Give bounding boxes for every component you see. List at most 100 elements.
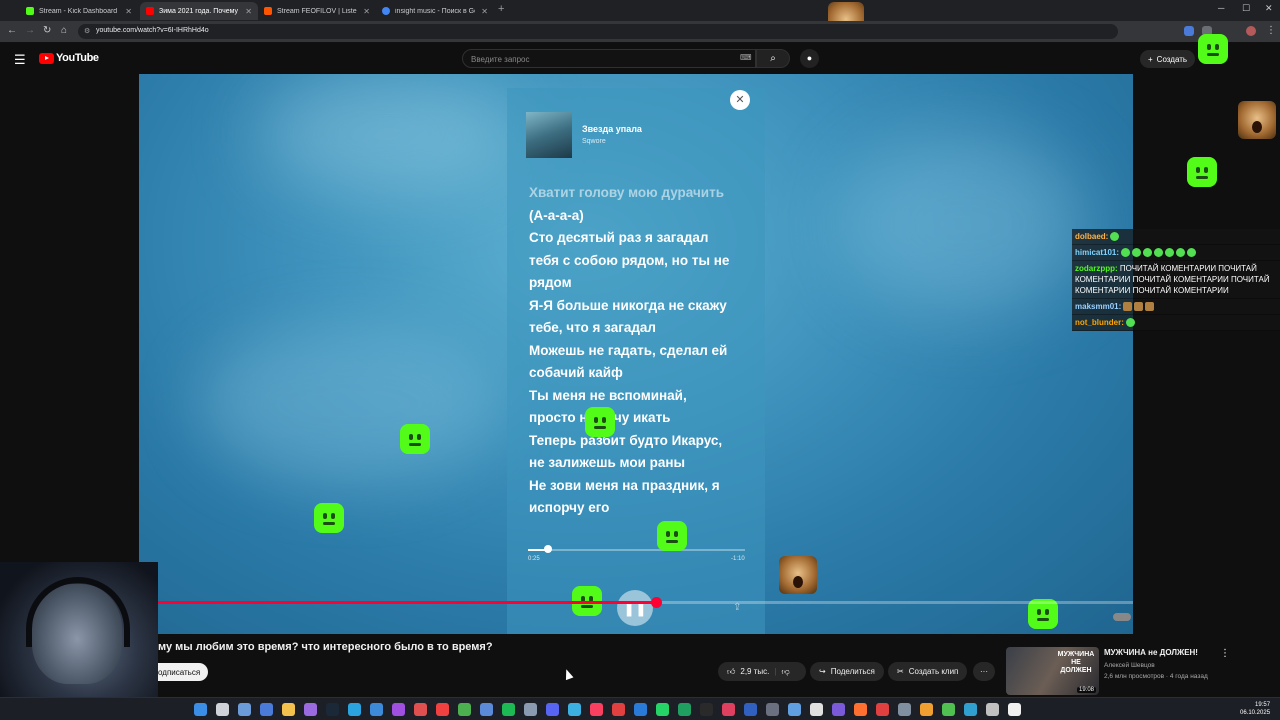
lyric-line: тебя с собою рядом, но ты не [529, 252, 730, 268]
like-dislike-group[interactable]: 👍︎ 2,9 тыс. | 👎︎ [718, 662, 806, 681]
app-icon[interactable] [964, 703, 977, 716]
app-icon[interactable] [722, 703, 735, 716]
chrome-icon[interactable] [458, 703, 471, 716]
monkey-emote-icon [1134, 302, 1144, 312]
music-icon[interactable] [590, 703, 603, 716]
close-tab-icon[interactable]: ✕ [481, 7, 488, 16]
app-icon[interactable] [370, 703, 383, 716]
file-explorer-icon[interactable] [282, 703, 295, 716]
kick-icon [26, 7, 34, 15]
app-icon[interactable] [1008, 703, 1021, 716]
youtube-logo[interactable]: YouTube [39, 52, 99, 64]
search-input[interactable]: Введите запрос [462, 49, 756, 68]
chat-username[interactable]: maksmm01: [1075, 302, 1121, 311]
app-icon[interactable] [392, 703, 405, 716]
extension-icon[interactable] [1184, 26, 1194, 36]
terminal-icon[interactable] [700, 703, 713, 716]
video-progress-bar[interactable] [139, 601, 1133, 604]
app-icon[interactable] [304, 703, 317, 716]
tab-youtube[interactable]: Зима 2021 года. Почему м... ✕ [140, 2, 258, 20]
system-clock[interactable]: 19:57 06.10.2025 [1240, 701, 1270, 717]
chat-message: not_blunder: [1072, 315, 1280, 331]
chat-username[interactable]: not_blunder: [1075, 318, 1124, 327]
app-icon[interactable] [810, 703, 823, 716]
app-icon[interactable] [612, 703, 625, 716]
tab-soundcloud[interactable]: Stream FEOFILOV | Listen to mus ✕ [258, 2, 376, 20]
thumbs-down-icon[interactable]: 👎︎ [781, 667, 789, 677]
close-tab-icon[interactable]: ✕ [245, 7, 252, 16]
profile-icon[interactable] [1246, 26, 1256, 36]
reload-icon[interactable]: ↻ [43, 25, 51, 36]
app-icon[interactable] [568, 703, 581, 716]
app-icon[interactable] [678, 703, 691, 716]
share-button[interactable]: ↪ Поделиться [810, 662, 884, 681]
close-window-icon[interactable]: ✕ [1265, 3, 1273, 14]
lyric-line: Хватит голову мою дурачить [529, 185, 724, 200]
app-icon[interactable] [744, 703, 757, 716]
chat-message: dolbaed: [1072, 229, 1280, 245]
app-icon[interactable] [788, 703, 801, 716]
voice-search-button[interactable]: ● [800, 49, 819, 68]
app-icon[interactable] [524, 703, 537, 716]
home-icon[interactable]: ⌂ [61, 25, 67, 36]
spotify-icon[interactable] [502, 703, 515, 716]
kick-emote [1198, 34, 1228, 64]
tab-google[interactable]: insight music - Поиск в Google ✕ [376, 2, 494, 20]
search-button[interactable]: ⌕ [756, 49, 790, 68]
google-icon [382, 7, 390, 15]
create-button[interactable]: + Создать [1140, 50, 1196, 68]
site-info-icon[interactable]: ⚙ [84, 27, 90, 35]
chat-overlay: dolbaed: himicat101: zodarzppp: ПОЧИТАЙ КО… [1072, 229, 1280, 331]
search-icon[interactable] [216, 703, 229, 716]
recommendation-menu-icon[interactable]: ⋮ [1220, 648, 1230, 659]
app-icon[interactable] [876, 703, 889, 716]
back-icon[interactable]: ← [7, 25, 17, 36]
whatsapp-icon[interactable] [656, 703, 669, 716]
task-view-icon[interactable] [238, 703, 251, 716]
chat-username[interactable]: himicat101: [1075, 248, 1119, 257]
start-icon[interactable] [194, 703, 207, 716]
app-icon[interactable] [414, 703, 427, 716]
menu-icon[interactable]: ☰ [14, 52, 26, 68]
song-progress-track[interactable] [528, 549, 745, 551]
app-icon[interactable] [832, 703, 845, 716]
autoplay-toggle[interactable] [1113, 613, 1131, 621]
song-progress-knob[interactable] [543, 545, 552, 553]
song-time-remaining: -1:10 [731, 556, 745, 562]
more-actions-button[interactable]: ··· [973, 662, 995, 681]
pause-button[interactable]: ❚❚ [617, 590, 653, 626]
telegram-icon[interactable] [348, 703, 361, 716]
browser-menu-icon[interactable]: ⋮ [1266, 25, 1276, 36]
clip-button[interactable]: ✂ Создать клип [888, 662, 968, 681]
app-icon[interactable] [986, 703, 999, 716]
app-icon[interactable] [942, 703, 955, 716]
close-lyrics-button[interactable]: ✕ [730, 90, 750, 110]
new-tab-button[interactable]: + [498, 3, 504, 15]
chat-username[interactable]: zodarzppp: [1075, 264, 1118, 273]
recommended-video-thumbnail[interactable]: МУЖЧИНА НЕ ДОЛЖЕН 19:08 [1006, 647, 1099, 695]
video-progress-knob[interactable] [650, 597, 662, 608]
yandex-icon[interactable] [436, 703, 449, 716]
keyboard-icon[interactable]: ⌨ [740, 53, 752, 62]
address-bar[interactable]: ⚙ youtube.com/watch?v=6I-IHRhHd4o [78, 24, 1118, 39]
app-icon[interactable] [634, 703, 647, 716]
chat-username[interactable]: dolbaed: [1075, 232, 1108, 241]
app-icon[interactable] [920, 703, 933, 716]
forward-icon[interactable]: → [25, 25, 35, 36]
minimize-icon[interactable]: ─ [1218, 3, 1224, 13]
channel-name[interactable]: Алексей Шевцов [1104, 660, 1208, 671]
app-icon[interactable] [766, 703, 779, 716]
close-tab-icon[interactable]: ✕ [125, 7, 132, 16]
app-icon[interactable] [480, 703, 493, 716]
discord-icon[interactable] [546, 703, 559, 716]
close-tab-icon[interactable]: ✕ [363, 7, 370, 16]
app-icon[interactable] [898, 703, 911, 716]
tab-kick-dashboard[interactable]: Stream - Kick Dashboard ✕ [20, 2, 138, 20]
thumbs-up-icon[interactable]: 👍︎ [727, 667, 735, 677]
video-player[interactable]: Звезда упала Sqwore ✕ Хватит голову мою … [139, 74, 1133, 634]
widgets-icon[interactable] [260, 703, 273, 716]
maximize-icon[interactable]: ☐ [1242, 3, 1250, 14]
steam-icon[interactable] [326, 703, 339, 716]
recommended-video-title[interactable]: МУЖЧИНА не ДОЛЖЕН! [1104, 648, 1198, 657]
firefox-icon[interactable] [854, 703, 867, 716]
